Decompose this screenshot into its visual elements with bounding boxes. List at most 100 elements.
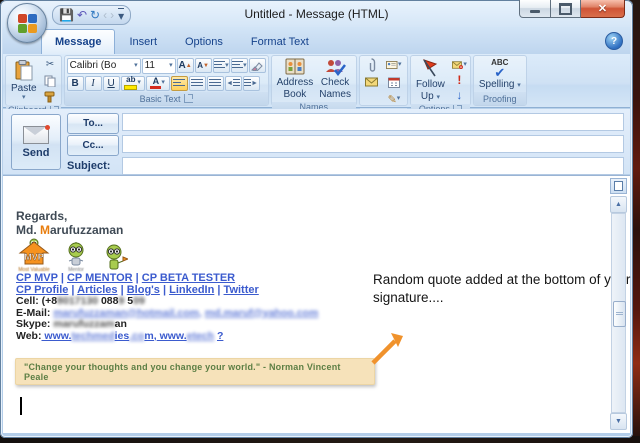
cp-beta-tester-badge	[100, 244, 130, 273]
attach-item-button[interactable]	[363, 75, 380, 90]
business-card-button[interactable]: ▾	[385, 58, 402, 73]
compose-header: Send To... Cc... Subject:	[3, 109, 630, 174]
link-linkedin[interactable]: LinkedIn	[169, 284, 214, 296]
message-body[interactable]: Regards, Md. Marufuzzaman MVP Most Valua…	[3, 175, 630, 433]
basic-text-caption: Basic Text	[140, 94, 181, 104]
scrollbar-thumb[interactable]	[613, 301, 626, 327]
calendar-button[interactable]	[385, 75, 402, 90]
underline-button[interactable]: U	[103, 76, 120, 91]
italic-button[interactable]: I	[85, 76, 102, 91]
signature-quote-text: "Change your thoughts and you change you…	[24, 362, 366, 382]
high-importance-button[interactable]: !	[451, 73, 468, 88]
beta-tester-bot-icon	[102, 244, 128, 273]
clear-formatting-button[interactable]	[249, 58, 266, 73]
format-painter-button[interactable]	[42, 89, 59, 104]
svg-text:MVP: MVP	[24, 252, 44, 262]
help-icon[interactable]: ?	[605, 32, 623, 50]
window-controls: ✕	[519, 0, 625, 18]
to-input[interactable]	[122, 113, 624, 131]
business-card-icon	[386, 60, 397, 70]
signature-badges: MVP Most Valuable Mentor	[16, 238, 130, 273]
paste-dropdown-icon[interactable]: ▾	[22, 95, 26, 101]
link-cp-beta-tester[interactable]: CP BETA TESTER	[142, 272, 235, 284]
basic-text-dialog-launcher-icon[interactable]	[184, 94, 193, 103]
group-clipboard: Paste ▾ ✂	[5, 55, 62, 106]
align-right-button[interactable]	[207, 76, 224, 91]
cc-button[interactable]: Cc...	[67, 135, 119, 156]
group-names: AddressBook CheckNames Names	[271, 55, 357, 106]
calendar-icon	[388, 77, 400, 88]
align-center-button[interactable]	[189, 76, 206, 91]
paste-button[interactable]: Paste ▾	[8, 59, 40, 102]
group-proofing: ABC ✔ Spelling ▾ Proofing	[473, 55, 527, 106]
mvp-badge-icon: MVP	[17, 238, 51, 268]
cut-button[interactable]: ✂	[42, 57, 59, 72]
send-label: Send	[23, 147, 50, 159]
link-cp-mvp[interactable]: CP MVP	[16, 272, 58, 284]
shrink-font-button[interactable]: A▼	[195, 58, 212, 73]
follow-up-button[interactable]: Follow Up ▾	[413, 57, 448, 103]
signature-quote-box: "Change your thoughts and you change you…	[15, 358, 375, 385]
contact-block: Cell: (+88017130 0889 509 E-Mail: marufu…	[16, 296, 318, 342]
cp-mentor-badge: Mentor	[61, 242, 91, 273]
annotation-text: Random quote added at the bottom of your…	[373, 271, 631, 307]
eraser-icon	[251, 61, 263, 71]
address-book-icon	[284, 58, 306, 76]
close-button[interactable]: ✕	[581, 0, 625, 18]
signature-button[interactable]: ✎ ▾	[385, 92, 402, 107]
spelling-button[interactable]: ABC ✔ Spelling ▾	[476, 58, 524, 91]
group-include: ▾	[359, 55, 408, 106]
attach-file-button[interactable]	[363, 58, 380, 73]
font-size-combo[interactable]: 11▾	[142, 58, 176, 74]
maximize-button[interactable]	[551, 0, 581, 18]
text-cursor	[20, 397, 22, 415]
group-options: Follow Up ▾ ▾ ! ↓	[410, 55, 471, 106]
link-twitter[interactable]: Twitter	[224, 284, 259, 296]
link-cp-mentor[interactable]: CP MENTOR	[67, 272, 133, 284]
tab-insert[interactable]: Insert	[115, 29, 171, 54]
bold-button[interactable]: B	[67, 76, 84, 91]
check-names-button[interactable]: CheckNames	[316, 57, 354, 101]
tab-message[interactable]: Message	[41, 29, 115, 54]
minimize-button[interactable]	[519, 0, 551, 18]
paperclip-icon	[367, 58, 376, 72]
office-button[interactable]	[7, 3, 47, 43]
clipboard-icon	[14, 60, 34, 82]
scroll-down-button[interactable]: ▼	[610, 413, 627, 430]
subject-input[interactable]	[122, 157, 624, 175]
scroll-up-button[interactable]: ▲	[610, 196, 627, 213]
highlight-button[interactable]: ab ▾	[121, 76, 145, 91]
subject-label: Subject:	[67, 160, 110, 172]
decrease-indent-button[interactable]: ◄	[225, 76, 242, 91]
font-color-button[interactable]: A ▾	[146, 76, 170, 91]
numbering-button[interactable]: ▾	[231, 58, 248, 73]
vertical-scrollbar: ▲ ▼	[610, 178, 627, 430]
paste-label: Paste	[11, 83, 37, 94]
send-envelope-icon	[23, 126, 49, 144]
cell-line: Cell: (+88017130 0889 509	[16, 296, 318, 308]
send-button[interactable]: Send	[11, 114, 61, 170]
low-importance-button[interactable]: ↓	[451, 88, 468, 103]
copy-button[interactable]	[42, 73, 59, 88]
scrollbar-track[interactable]	[611, 213, 626, 413]
to-button[interactable]: To...	[67, 113, 119, 134]
tab-format-text[interactable]: Format Text	[237, 29, 323, 54]
spellcheck-icon: ✔	[494, 68, 505, 78]
increase-indent-button[interactable]: ►	[243, 76, 260, 91]
grow-font-button[interactable]: A▲	[177, 58, 194, 73]
address-book-button[interactable]: AddressBook	[274, 57, 317, 101]
permission-icon	[452, 60, 463, 70]
desktop-background: 💾 ↶ ↻ ‹ › ▾ Untitled - Message (HTML) ✕ …	[0, 0, 640, 443]
page-select-icon[interactable]	[610, 178, 627, 194]
title-bar: 💾 ↶ ↻ ‹ › ▾ Untitled - Message (HTML) ✕	[0, 0, 633, 27]
cc-input[interactable]	[122, 135, 624, 153]
cp-mvp-badge: MVP Most Valuable	[16, 238, 52, 273]
check-names-icon	[324, 58, 346, 76]
format-painter-icon	[44, 91, 56, 103]
tab-options[interactable]: Options	[171, 29, 237, 54]
signature-greeting: Regards, Md. Marufuzzaman	[16, 209, 123, 237]
align-left-button[interactable]	[171, 76, 188, 91]
permission-button[interactable]: ▾	[451, 58, 468, 73]
font-family-combo[interactable]: Calibri (Bo▾	[67, 58, 141, 74]
bullets-button[interactable]: ▾	[213, 58, 230, 73]
